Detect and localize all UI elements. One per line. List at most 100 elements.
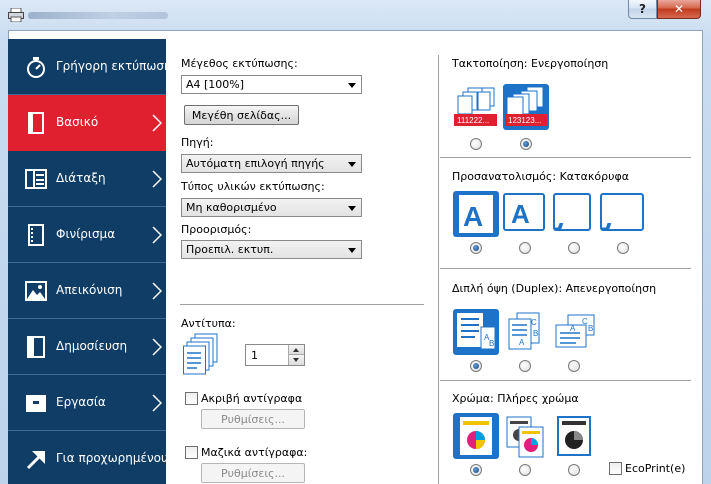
sidebar-item-label: Εργασία xyxy=(56,395,106,409)
sidebar-item-publishing[interactable]: Δημοσίευση xyxy=(8,319,166,375)
collate-off-radio[interactable] xyxy=(470,138,482,150)
ecoprint-checkbox[interactable] xyxy=(609,462,622,475)
proof-settings-button[interactable]: Ρυθμίσεις... xyxy=(201,409,305,429)
duplex-long-edge-tile[interactable]: C B A xyxy=(503,309,547,355)
chevron-right-icon xyxy=(152,114,162,132)
destination-value: Προεπιλ. εκτυπ. xyxy=(186,243,274,256)
source-label: Πηγή: xyxy=(181,136,214,149)
page-icon xyxy=(28,112,44,134)
duplex-short-edge-icon: C B A xyxy=(555,314,595,348)
page-sizes-button[interactable]: Μεγέθη σελίδας... xyxy=(184,105,299,125)
sidebar-item-label: Για προχωρημένους xyxy=(56,451,176,465)
title-bar: ? ✕ xyxy=(0,0,711,30)
sidebar-item-job[interactable]: Εργασία xyxy=(8,375,166,431)
collate-off-tile[interactable]: 111222... xyxy=(453,85,498,129)
orientation-landscape-radio[interactable] xyxy=(519,242,531,254)
collate-off-text: 111222... xyxy=(457,116,489,125)
svg-text:A: A xyxy=(511,199,530,229)
sidebar-item-label: Βασικό xyxy=(56,115,99,129)
orientation-portrait-tile[interactable]: A xyxy=(453,191,499,237)
collate-value: Ενεργοποίηση xyxy=(531,57,609,70)
color-heading: Χρώμα: Πλήρες χρώμα xyxy=(452,392,579,405)
mass-copy-label: Μαζικά αντίγραφα: xyxy=(201,446,308,459)
mass-settings-button[interactable]: Ρυθμίσεις... xyxy=(201,463,305,483)
sidebar-item-quick-print[interactable]: Γρήγορη εκτύπωση xyxy=(8,39,172,95)
window-title xyxy=(28,12,168,19)
print-size-label: Μέγεθος εκτύπωσης: xyxy=(181,57,298,70)
color-auto-tile[interactable] xyxy=(503,413,547,459)
dropdown-arrow-icon xyxy=(348,248,356,253)
chevron-right-icon xyxy=(152,394,162,412)
media-type-value: Μη καθορισμένο xyxy=(186,201,277,214)
stepper-down-button[interactable] xyxy=(289,355,304,365)
close-button[interactable]: ✕ xyxy=(657,0,701,19)
collated-icon: 123123... xyxy=(505,86,547,126)
destination-select[interactable]: Προεπιλ. εκτυπ. xyxy=(181,240,362,259)
orientation-landscape-tile[interactable]: A xyxy=(503,193,545,231)
svg-text:A: A xyxy=(602,217,612,229)
ecoprint-label: EcoPrint(e) xyxy=(625,462,686,475)
copies-stepper[interactable]: 1 xyxy=(245,344,305,366)
sidebar-item-label: Γρήγορη εκτύπωση xyxy=(56,59,172,73)
help-button[interactable]: ? xyxy=(628,0,657,19)
svg-text:C: C xyxy=(531,318,537,327)
image-icon xyxy=(25,281,47,301)
sidebar-item-layout[interactable]: Διάταξη xyxy=(8,151,166,207)
orientation-portrait-rotated-radio[interactable] xyxy=(568,242,580,254)
color-full-radio[interactable] xyxy=(470,464,482,476)
svg-text:B: B xyxy=(489,339,494,348)
portrait-icon: A xyxy=(459,195,493,233)
media-type-select[interactable]: Μη καθορισμένο xyxy=(181,198,362,217)
mass-copy-checkbox[interactable] xyxy=(185,446,198,459)
sidebar-item-label: Απεικόνιση xyxy=(56,283,123,297)
color-mono-radio[interactable] xyxy=(568,464,580,476)
sidebar: Γρήγορη εκτύπωση Βασικό Διάταξη Φινίρισμ… xyxy=(8,39,175,484)
chevron-right-icon xyxy=(152,170,162,188)
orientation-landscape-rotated-radio[interactable] xyxy=(617,242,629,254)
sidebar-item-advanced[interactable]: Για προχωρημένους xyxy=(8,431,175,484)
color-value: Πλήρες χρώμα xyxy=(497,392,579,405)
orientation-landscape-rotated-tile[interactable]: A xyxy=(593,193,644,247)
destination-label: Προορισμός: xyxy=(181,223,252,236)
duplex-off-radio[interactable] xyxy=(470,360,482,372)
orientation-portrait-rotated-tile[interactable]: A xyxy=(545,193,591,247)
dropdown-arrow-icon xyxy=(348,162,356,167)
sidebar-item-finishing[interactable]: Φινίρισμα xyxy=(8,207,166,263)
sidebar-item-label: Διάταξη xyxy=(56,171,106,185)
color-full-tile[interactable] xyxy=(453,413,499,459)
black-white-icon xyxy=(557,416,591,456)
stepper-up-button[interactable] xyxy=(289,345,304,355)
arrow-down-icon xyxy=(293,358,299,362)
print-size-select[interactable]: A4 [100%] xyxy=(181,75,362,94)
svg-text:A: A xyxy=(463,201,483,232)
stopwatch-icon xyxy=(27,57,45,78)
color-mono-tile[interactable] xyxy=(555,413,593,459)
orientation-portrait-radio[interactable] xyxy=(470,242,482,254)
duplex-off-tile[interactable]: A B xyxy=(453,309,499,355)
proof-copy-checkbox[interactable] xyxy=(185,392,198,405)
sidebar-item-imaging[interactable]: Απεικόνιση xyxy=(8,263,166,319)
collate-on-text: 123123... xyxy=(508,116,541,125)
divider xyxy=(440,268,691,269)
svg-text:B: B xyxy=(588,324,593,333)
duplex-long-edge-radio[interactable] xyxy=(519,360,531,372)
finishing-icon xyxy=(28,224,44,246)
color-label: Χρώμα: xyxy=(452,392,494,405)
duplex-long-edge-icon: C B A xyxy=(508,312,540,350)
collate-heading: Τακτοποίηση: Ενεργοποίηση xyxy=(452,57,608,70)
copies-label: Αντίτυπα: xyxy=(181,317,236,330)
color-auto-radio[interactable] xyxy=(519,464,531,476)
svg-text:B: B xyxy=(533,329,538,338)
sidebar-item-label: Δημοσίευση xyxy=(56,339,128,353)
uncollated-icon: 111222... xyxy=(454,87,497,126)
collate-on-radio[interactable] xyxy=(520,138,532,150)
duplex-short-edge-radio[interactable] xyxy=(568,360,580,372)
collate-on-tile[interactable]: 123123... xyxy=(503,84,549,130)
full-color-icon xyxy=(460,417,492,455)
copies-value: 1 xyxy=(251,349,258,362)
source-select[interactable]: Αυτόματη επιλογή πηγής xyxy=(181,154,362,173)
duplex-short-edge-tile[interactable]: C B A xyxy=(552,309,598,355)
svg-text:A: A xyxy=(570,324,576,333)
sidebar-item-basic[interactable]: Βασικό xyxy=(8,95,166,151)
stepper-buttons xyxy=(288,345,304,365)
